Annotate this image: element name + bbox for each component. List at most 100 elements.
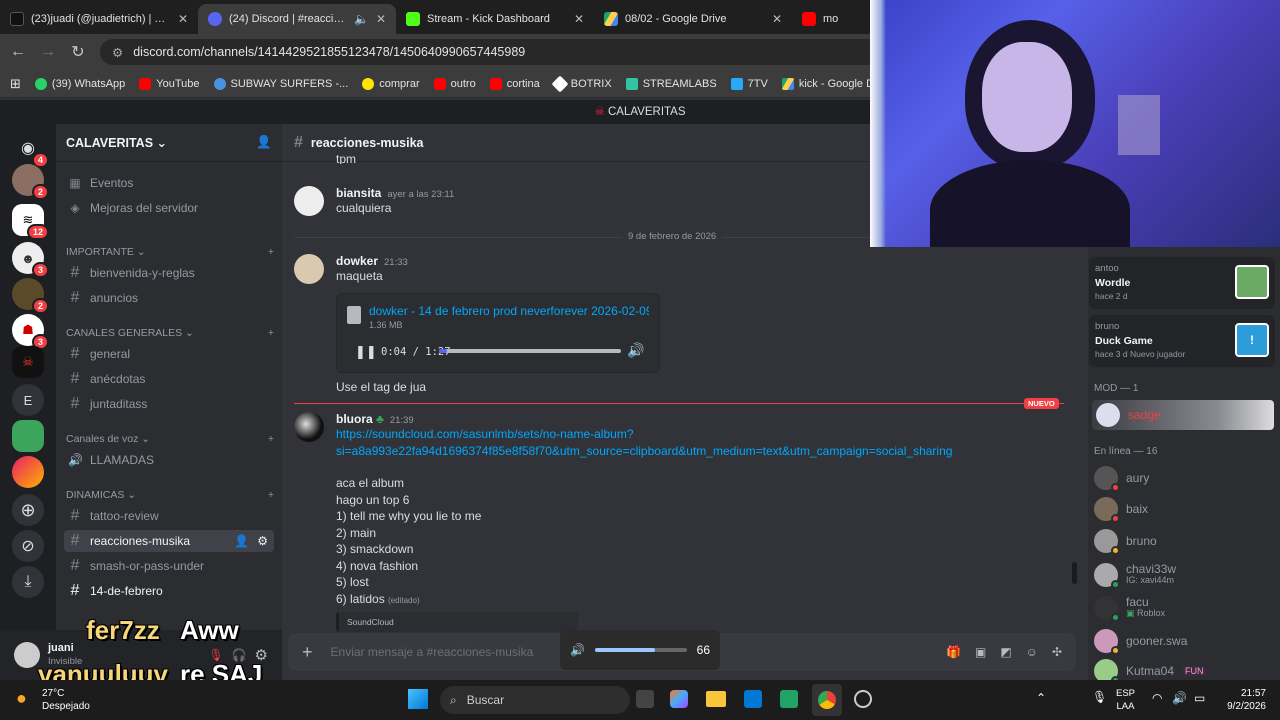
bookmark[interactable]: YouTube	[139, 77, 200, 90]
tab-tiktok[interactable]: (23)juadi (@juadietrich) | TikTok ✕	[0, 4, 198, 34]
bookmark[interactable]: cortina	[489, 77, 540, 90]
add-attachment-icon[interactable]: +	[302, 642, 313, 663]
close-icon[interactable]: ✕	[772, 12, 782, 26]
language-indicator[interactable]: ESP LAA	[1116, 687, 1135, 713]
channel-febrero[interactable]: #14-de-febrero	[64, 580, 274, 602]
reload-icon[interactable]: ↻	[70, 42, 86, 62]
boost-link[interactable]: ◈ Mejoras del servidor	[64, 197, 274, 219]
weather-widget[interactable]: 27°C Despejado	[42, 687, 90, 713]
mute-icon[interactable]: 🔈	[354, 12, 369, 26]
volume-icon[interactable]: 🔊	[1172, 691, 1187, 705]
member-item[interactable]: aury	[1094, 464, 1274, 492]
discord-home-icon[interactable]: ◉ 4	[12, 132, 49, 168]
site-info-icon[interactable]: ⚙	[112, 45, 123, 60]
bookmark[interactable]: 7TV	[730, 77, 768, 90]
channel-anuncios[interactable]: # anuncios	[64, 287, 274, 309]
avatar[interactable]	[294, 186, 324, 216]
server-icon[interactable]: 2	[12, 278, 49, 314]
scrollbar[interactable]	[1072, 562, 1077, 584]
close-icon[interactable]: ✕	[178, 12, 188, 26]
avatar[interactable]	[294, 412, 324, 442]
bookmark[interactable]: outro	[433, 77, 476, 90]
channel-smash[interactable]: # smash-or-pass-under	[64, 555, 274, 577]
server-header[interactable]: CALAVERITAS ⌄ 👤	[56, 124, 282, 162]
chrome-taskbar-button[interactable]	[812, 684, 842, 716]
channel-anecdotas[interactable]: # anécdotas	[64, 368, 274, 390]
tab-kick[interactable]: Stream - Kick Dashboard ✕	[396, 4, 594, 34]
wifi-icon[interactable]: ◠	[1152, 691, 1162, 705]
pause-icon[interactable]: ❚❚	[355, 344, 377, 360]
file-link[interactable]: dowker - 14 de febrero prod neverforever…	[369, 304, 649, 318]
gif-icon[interactable]: ▣	[975, 645, 986, 659]
member-item[interactable]: bruno	[1094, 527, 1274, 555]
compass-icon[interactable]: ⊘	[12, 530, 44, 562]
server-icon[interactable]: ☗ 3	[12, 314, 49, 350]
emoji-icon[interactable]: ☺	[1026, 645, 1038, 659]
volume-slider[interactable]	[594, 648, 687, 652]
bookmark[interactable]: STREAMLABS	[625, 77, 717, 90]
bookmark[interactable]: SUBWAY SURFERS -...	[213, 77, 348, 90]
channel-juntaditass[interactable]: # juntaditass	[64, 393, 274, 415]
channel-tattoo[interactable]: # tattoo-review	[64, 505, 274, 527]
back-icon[interactable]: ←	[10, 43, 26, 61]
close-icon[interactable]: ✕	[574, 12, 584, 26]
channel-reacciones[interactable]: # reacciones-musika 👤 ⚙	[64, 530, 274, 552]
activity-card[interactable]: bruno Duck Game hace 3 d Nuevo jugador !	[1089, 315, 1275, 367]
soundcloud-link[interactable]: si=a8a993e22fa94d1696374f85e8f58f70&utm_…	[336, 443, 1074, 460]
taskbar-search[interactable]: ⌕ Buscar	[440, 686, 630, 714]
server-icon[interactable]: ☻ 3	[12, 242, 49, 278]
sticker-icon[interactable]: ◩	[1000, 645, 1011, 659]
task-view-icon[interactable]	[636, 690, 654, 708]
mic-icon[interactable]: 🎙	[1092, 690, 1107, 704]
server-icon[interactable]: ≋ 12	[12, 204, 49, 240]
obs-icon[interactable]	[854, 690, 872, 708]
add-channel-icon[interactable]: +	[268, 433, 274, 445]
category-importante[interactable]: IMPORTANTE ⌄ +	[66, 246, 274, 258]
tab-discord[interactable]: (24) Discord | #reacciones-m🔈✕	[198, 4, 396, 34]
server-icon[interactable]	[12, 456, 44, 488]
invite-icon[interactable]: 👤	[234, 534, 249, 548]
category-dinamicas[interactable]: DINAMICAS ⌄ +	[66, 489, 274, 501]
events-link[interactable]: ▦ Eventos	[64, 172, 274, 194]
bookmark[interactable]: comprar	[362, 77, 420, 90]
activity-card[interactable]: antoo Wordle hace 2 d	[1089, 257, 1275, 309]
close-icon[interactable]: ✕	[376, 12, 386, 26]
settings-icon[interactable]: ⚙	[257, 534, 274, 548]
member-item[interactable]: chavi33w IG: xavi44m	[1094, 561, 1274, 589]
bookmark[interactable]: BOTRIX	[551, 75, 612, 92]
server-calaveritas-icon[interactable]: ☠	[12, 346, 44, 378]
avatar[interactable]	[14, 642, 40, 668]
excel-icon[interactable]	[780, 690, 798, 708]
windows-start-icon[interactable]	[408, 689, 428, 709]
bookmark[interactable]: (39) WhatsApp	[34, 77, 125, 90]
member-item[interactable]: facu ▣ Roblox	[1094, 594, 1274, 622]
category-generales[interactable]: CANALES GENERALES ⌄ +	[66, 327, 274, 339]
soundcloud-link[interactable]: https://soundcloud.com/sasunlmb/sets/no-…	[336, 426, 1074, 443]
add-server-icon[interactable]: ⊕	[12, 494, 44, 526]
gift-icon[interactable]: 🎁	[946, 645, 961, 659]
battery-icon[interactable]: ▭	[1194, 691, 1205, 705]
chevron-up-icon[interactable]: ⌃	[1036, 691, 1046, 705]
address-bar[interactable]: ⚙ discord.com/channels/14144295218551234…	[100, 39, 880, 65]
apps-icon[interactable]: ✣	[1052, 645, 1062, 659]
channel-bienvenida[interactable]: # bienvenida-y-reglas	[64, 262, 274, 284]
store-icon[interactable]	[744, 690, 762, 708]
add-channel-icon[interactable]: +	[268, 327, 274, 339]
channel-general[interactable]: # general	[64, 343, 274, 365]
server-icon[interactable]: E	[12, 384, 44, 416]
member-item[interactable]: gooner.swa	[1094, 627, 1274, 655]
clock[interactable]: 21:57 9/2/2026	[1214, 687, 1266, 713]
message-input[interactable]: Enviar mensaje a #reacciones-musika	[331, 645, 534, 659]
member-item[interactable]: baix	[1094, 495, 1274, 523]
download-icon[interactable]: ⤓	[12, 566, 44, 598]
category-voz[interactable]: Canales de voz ⌄ +	[66, 433, 274, 445]
member-mod[interactable]: sadge	[1092, 400, 1274, 430]
add-channel-icon[interactable]: +	[268, 246, 274, 258]
add-channel-icon[interactable]: +	[268, 489, 274, 501]
copilot-icon[interactable]	[670, 690, 688, 708]
add-member-icon[interactable]: 👤	[256, 135, 272, 150]
forward-icon[interactable]: →	[40, 43, 56, 61]
volume-icon[interactable]: 🔊	[627, 342, 644, 359]
tab-drive[interactable]: 08/02 - Google Drive ✕	[594, 4, 792, 34]
server-icon[interactable]	[12, 420, 44, 452]
